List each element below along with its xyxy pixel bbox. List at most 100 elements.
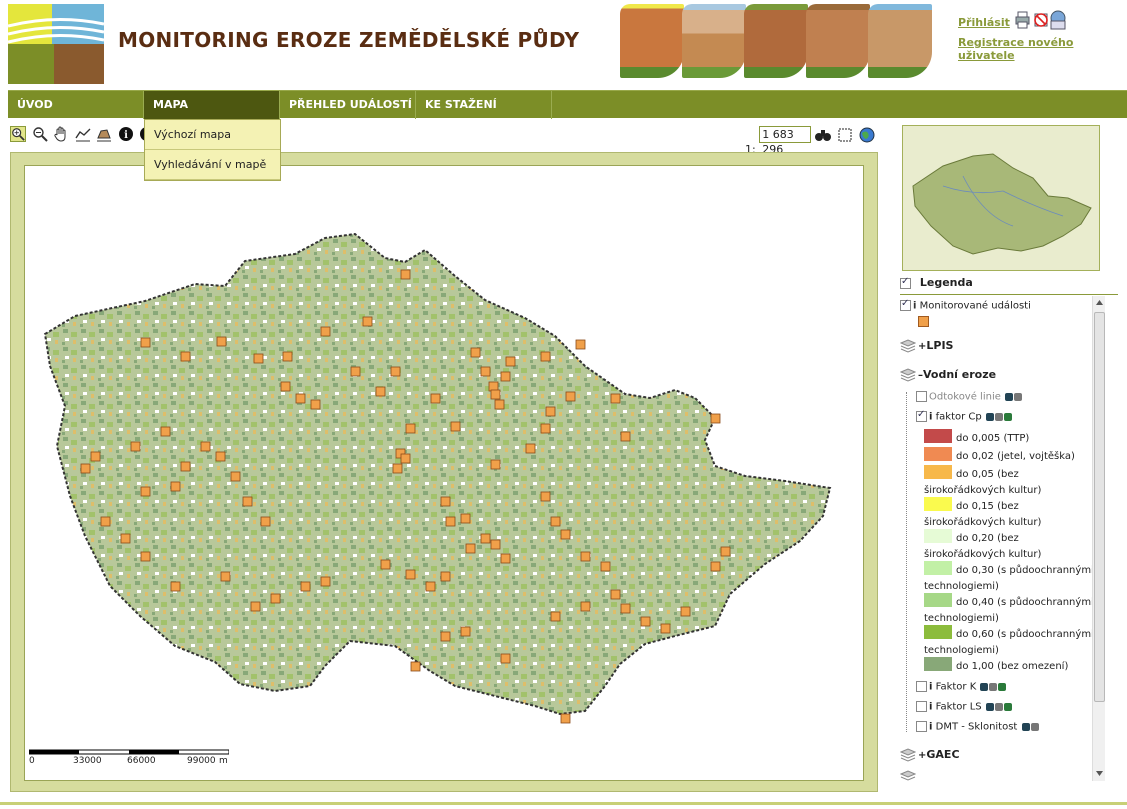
event-marker[interactable] [392, 463, 403, 474]
event-marker[interactable] [680, 606, 691, 617]
event-marker[interactable] [610, 393, 621, 404]
event-marker[interactable] [480, 533, 491, 544]
binoculars-icon[interactable] [815, 130, 831, 141]
event-marker[interactable] [200, 441, 211, 452]
event-marker[interactable] [405, 569, 416, 580]
event-marker[interactable] [380, 559, 391, 570]
event-marker[interactable] [260, 516, 271, 527]
event-marker[interactable] [362, 316, 373, 327]
metadata-icon[interactable] [1030, 722, 1039, 731]
event-marker[interactable] [100, 516, 111, 527]
event-marker[interactable] [465, 543, 476, 554]
event-marker[interactable] [545, 406, 556, 417]
event-marker[interactable] [160, 426, 171, 437]
layer-checkbox[interactable] [916, 701, 927, 712]
metadata-icon[interactable] [994, 412, 1003, 421]
event-marker[interactable] [215, 451, 226, 462]
measure-area-icon[interactable] [96, 126, 112, 142]
layer-checkbox[interactable] [916, 721, 927, 732]
event-marker[interactable] [610, 589, 621, 600]
layer-checkbox[interactable] [916, 391, 927, 402]
event-marker[interactable] [440, 496, 451, 507]
event-marker[interactable] [450, 421, 461, 432]
event-marker[interactable] [120, 533, 131, 544]
event-marker[interactable] [494, 399, 505, 410]
event-marker[interactable] [130, 441, 141, 452]
event-marker[interactable] [250, 601, 261, 612]
event-marker[interactable] [470, 347, 481, 358]
event-marker[interactable] [216, 336, 227, 347]
event-marker[interactable] [540, 351, 551, 362]
event-marker[interactable] [282, 351, 293, 362]
transparency-icon[interactable] [980, 682, 989, 691]
overview-map[interactable] [902, 125, 1100, 271]
event-marker[interactable] [320, 326, 331, 337]
map-canvas[interactable]: 0 33000 66000 99000 m [24, 165, 864, 781]
event-marker[interactable] [500, 653, 511, 664]
event-marker[interactable] [660, 623, 671, 634]
event-marker[interactable] [295, 393, 306, 404]
event-marker[interactable] [550, 611, 561, 622]
event-marker[interactable] [180, 351, 191, 362]
event-marker[interactable] [440, 571, 451, 582]
nav-ke-stazeni[interactable]: KE STAŽENÍ [416, 91, 552, 119]
event-marker[interactable] [445, 516, 456, 527]
metadata-icon[interactable] [989, 682, 998, 691]
info-icon[interactable]: i [913, 301, 916, 312]
event-marker[interactable] [400, 453, 411, 464]
event-marker[interactable] [525, 443, 536, 454]
event-marker[interactable] [540, 423, 551, 434]
event-marker[interactable] [505, 356, 516, 367]
layer-checkbox[interactable] [916, 681, 927, 692]
event-marker[interactable] [640, 616, 651, 627]
map-icon[interactable] [1003, 412, 1012, 421]
nav-uvod[interactable]: ÚVOD [8, 91, 144, 119]
event-marker[interactable] [540, 491, 551, 502]
transparency-icon[interactable] [1005, 392, 1014, 401]
map-icon[interactable] [1003, 702, 1012, 711]
scale-input[interactable]: 1 683 296 [759, 126, 812, 156]
event-marker[interactable] [620, 431, 631, 442]
event-marker[interactable] [500, 371, 511, 382]
event-marker[interactable] [220, 571, 231, 582]
event-marker[interactable] [560, 529, 571, 540]
event-marker[interactable] [440, 631, 451, 642]
event-marker[interactable] [242, 496, 253, 507]
event-marker[interactable] [180, 461, 191, 472]
legend-scrollbar[interactable] [1092, 296, 1105, 781]
layer-checkbox[interactable] [916, 409, 927, 422]
group-next[interactable] [900, 770, 918, 781]
event-marker[interactable] [575, 339, 586, 350]
group-lpis[interactable]: +LPIS [900, 339, 953, 353]
event-marker[interactable] [400, 269, 411, 280]
transparency-icon[interactable] [985, 702, 994, 711]
event-marker[interactable] [90, 451, 101, 462]
event-marker[interactable] [320, 576, 331, 587]
event-marker[interactable] [550, 516, 561, 527]
event-marker[interactable] [140, 486, 151, 497]
transparency-icon[interactable] [985, 412, 994, 421]
event-marker[interactable] [430, 393, 441, 404]
event-marker[interactable] [300, 581, 311, 592]
info-icon[interactable]: i [929, 682, 932, 693]
metadata-icon[interactable] [1014, 392, 1023, 401]
zoom-in-icon[interactable] [10, 126, 26, 142]
scrollbar-thumb[interactable] [1094, 312, 1105, 702]
event-marker[interactable] [230, 471, 241, 482]
scroll-up-arrow[interactable] [1095, 299, 1104, 306]
info-icon[interactable]: i [929, 722, 932, 733]
submenu-vyhledavani[interactable]: Vyhledávání v mapě [145, 150, 280, 180]
event-marker[interactable] [170, 581, 181, 592]
event-marker[interactable] [460, 626, 471, 637]
info-icon[interactable]: i [929, 412, 932, 423]
event-marker[interactable] [565, 391, 576, 402]
event-marker[interactable] [490, 539, 501, 550]
event-marker[interactable] [580, 551, 591, 562]
event-marker[interactable] [253, 353, 264, 364]
event-marker[interactable] [280, 381, 291, 392]
event-marker[interactable] [410, 661, 421, 672]
event-marker[interactable] [140, 551, 151, 562]
event-marker[interactable] [600, 561, 611, 572]
event-marker[interactable] [720, 546, 731, 557]
event-marker[interactable] [460, 513, 471, 524]
